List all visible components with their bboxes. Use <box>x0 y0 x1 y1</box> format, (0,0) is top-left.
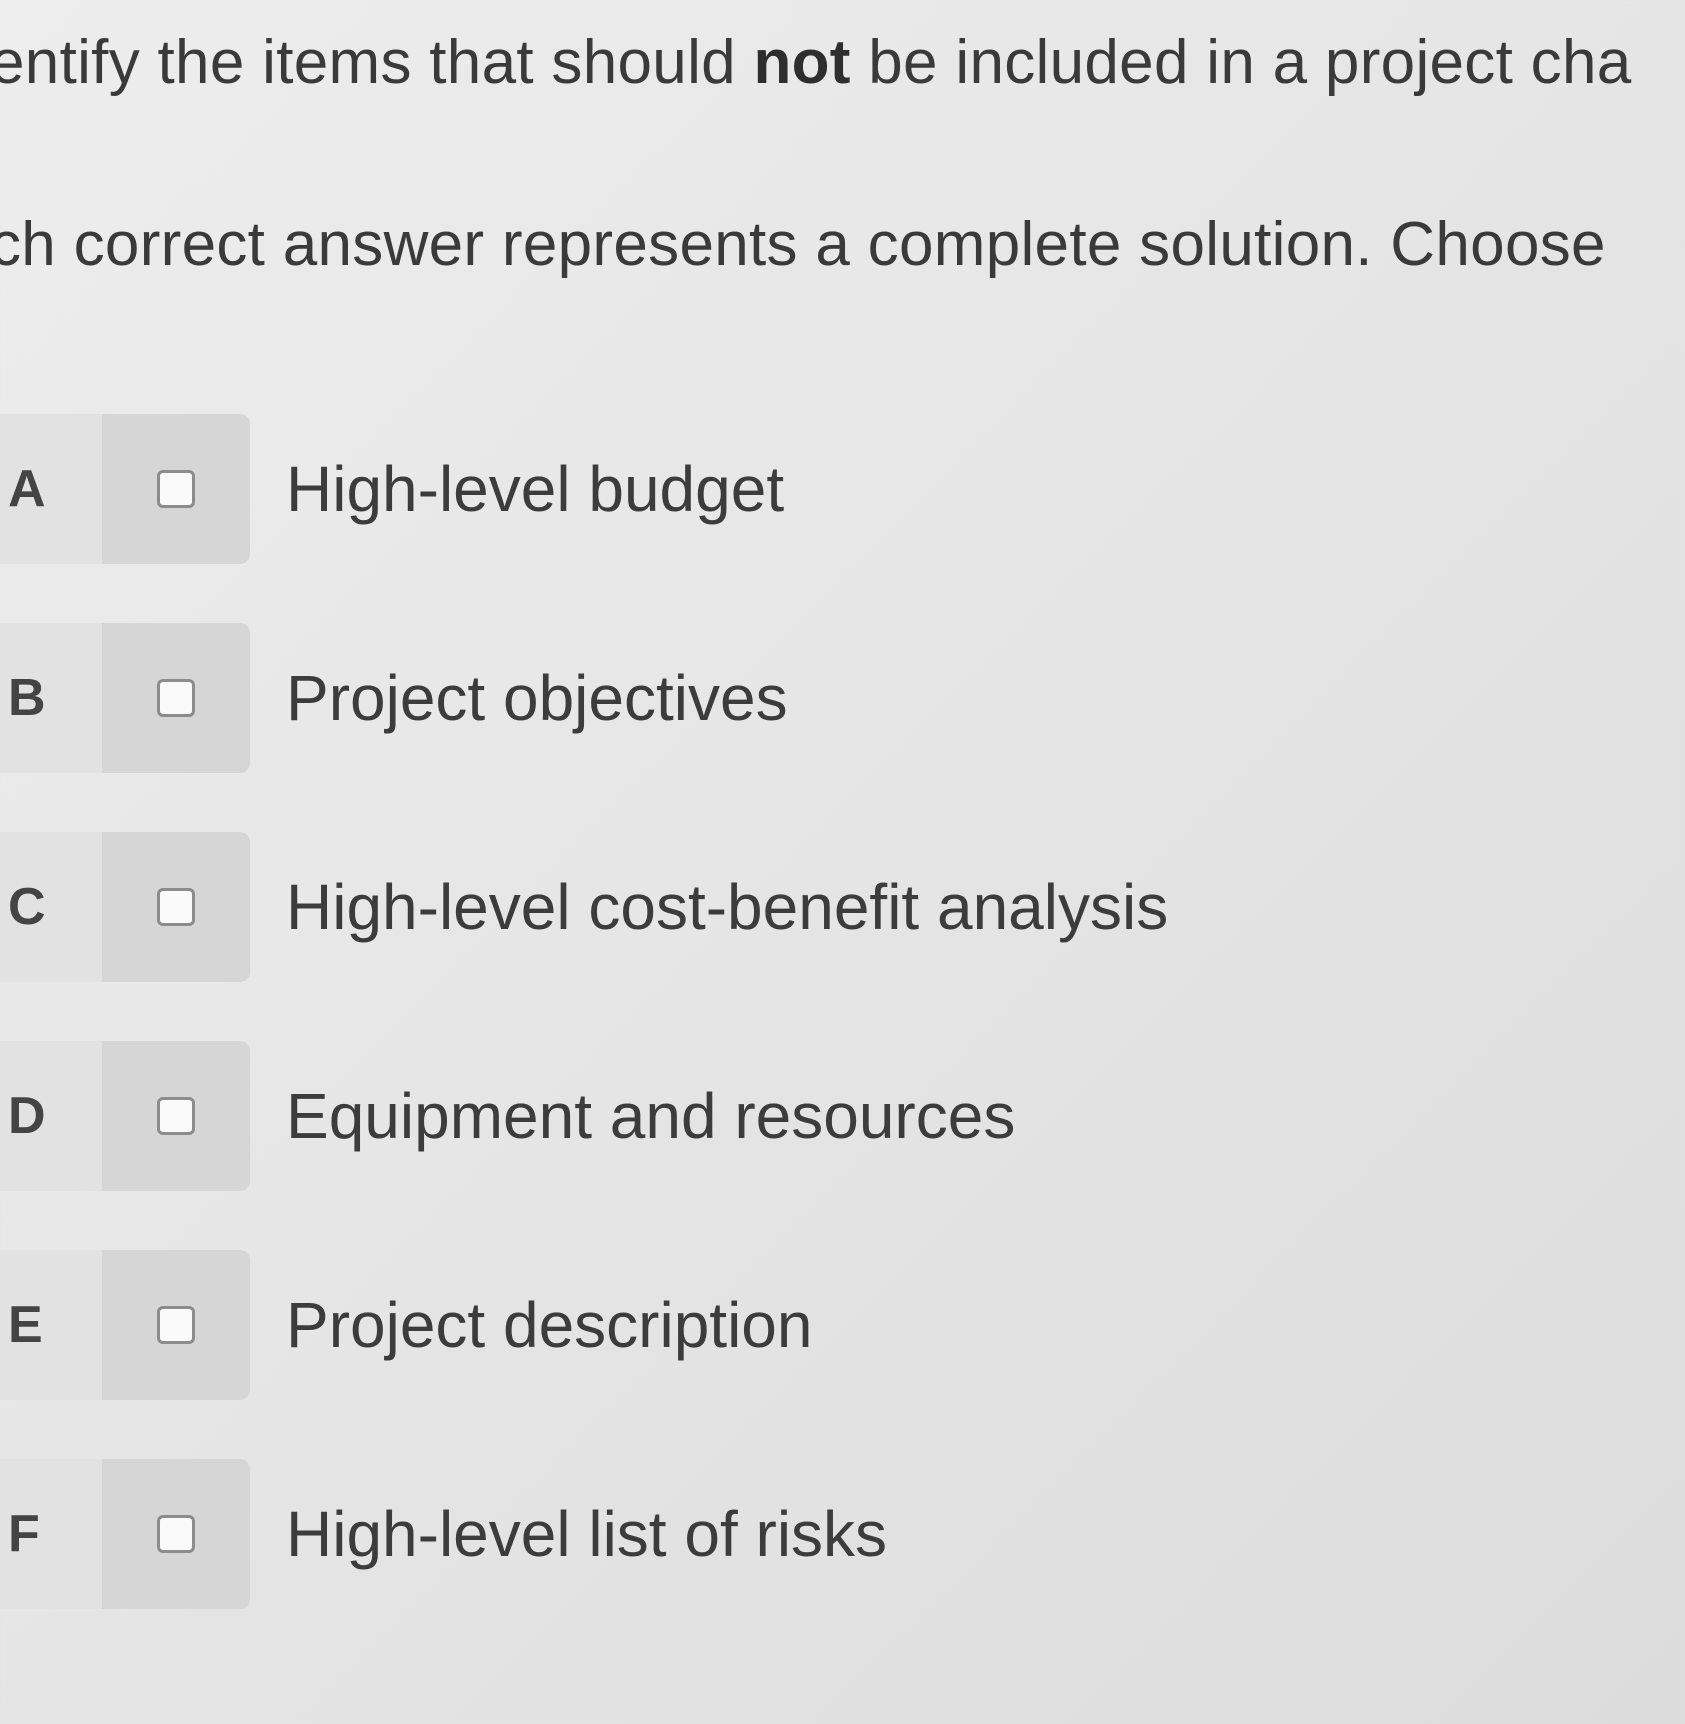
option-letter: A <box>0 414 102 564</box>
question-line-1: entify the items that should not be incl… <box>0 18 1685 108</box>
option-checkbox-cell[interactable] <box>102 623 250 773</box>
option-b[interactable]: B Project objectives <box>0 623 1685 773</box>
option-checkbox-cell[interactable] <box>102 1041 250 1191</box>
option-checkbox-cell[interactable] <box>102 832 250 982</box>
checkbox-icon[interactable] <box>157 1515 195 1553</box>
option-letter: F <box>0 1459 102 1609</box>
option-letter: E <box>0 1250 102 1400</box>
answer-options: A High-level budget B Project objectives… <box>0 414 1685 1668</box>
checkbox-icon[interactable] <box>157 888 195 926</box>
option-label[interactable]: High-level list of risks <box>286 1497 887 1571</box>
question-line-1-end: be included in a project cha <box>850 28 1632 97</box>
option-c[interactable]: C High-level cost-benefit analysis <box>0 832 1685 982</box>
option-label[interactable]: High-level cost-benefit analysis <box>286 870 1168 944</box>
option-label[interactable]: Project objectives <box>286 661 788 735</box>
option-checkbox-cell[interactable] <box>102 1250 250 1400</box>
option-letter: C <box>0 832 102 982</box>
option-a[interactable]: A High-level budget <box>0 414 1685 564</box>
option-d[interactable]: D Equipment and resources <box>0 1041 1685 1191</box>
option-label[interactable]: Equipment and resources <box>286 1079 1015 1153</box>
question-line-2: ch correct answer represents a complete … <box>0 210 1606 279</box>
option-checkbox-cell[interactable] <box>102 1459 250 1609</box>
option-e[interactable]: E Project description <box>0 1250 1685 1400</box>
option-label[interactable]: High-level budget <box>286 452 784 526</box>
option-label[interactable]: Project description <box>286 1288 812 1362</box>
option-checkbox-cell[interactable] <box>102 414 250 564</box>
checkbox-icon[interactable] <box>157 679 195 717</box>
checkbox-icon[interactable] <box>157 1306 195 1344</box>
option-letter: B <box>0 623 102 773</box>
question-line-1-start: entify the items that should <box>0 28 754 97</box>
option-letter: D <box>0 1041 102 1191</box>
question-emphasis: not <box>753 28 851 97</box>
option-f[interactable]: F High-level list of risks <box>0 1459 1685 1609</box>
checkbox-icon[interactable] <box>157 470 195 508</box>
checkbox-icon[interactable] <box>157 1097 195 1135</box>
question-text: entify the items that should not be incl… <box>0 18 1685 290</box>
